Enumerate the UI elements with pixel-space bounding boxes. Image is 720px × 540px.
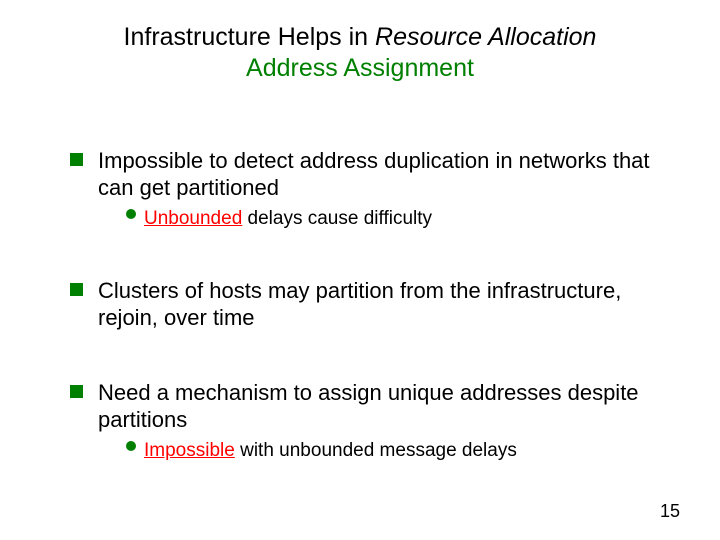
slide: Infrastructure Helps in Resource Allocat… (0, 0, 720, 540)
bullet-1-sub: Unbounded delays cause difficulty (126, 208, 670, 231)
bullet-3-sub: Impossible with unbounded message delays (126, 440, 670, 463)
page-number: 15 (660, 501, 680, 522)
title-line2: Address Assignment (0, 53, 720, 84)
bullet-3: Need a mechanism to assign unique addres… (70, 380, 670, 462)
bullet-1-text: Impossible to detect address duplication… (98, 148, 650, 200)
bullet-1: Impossible to detect address duplication… (70, 148, 670, 230)
slide-body: Impossible to detect address duplication… (70, 148, 670, 463)
slide-title: Infrastructure Helps in Resource Allocat… (0, 0, 720, 85)
bullet-3-sub-emph: Impossible (144, 440, 235, 461)
bullet-1-sub-emph: Unbounded (144, 208, 242, 229)
title-line1-pre: Infrastructure Helps in (124, 23, 376, 51)
bullet-1-sub-rest: delays cause difficulty (242, 208, 432, 229)
square-bullet-icon (70, 385, 83, 398)
bullet-3-text: Need a mechanism to assign unique addres… (98, 380, 639, 432)
square-bullet-icon (70, 283, 83, 296)
bullet-2: Clusters of hosts may partition from the… (70, 278, 670, 332)
bullet-2-text: Clusters of hosts may partition from the… (98, 278, 621, 330)
round-bullet-icon (126, 441, 136, 451)
square-bullet-icon (70, 153, 83, 166)
bullet-3-sub-rest: with unbounded message delays (235, 440, 517, 461)
round-bullet-icon (126, 209, 136, 219)
title-line1-italic: Resource Allocation (375, 23, 596, 51)
